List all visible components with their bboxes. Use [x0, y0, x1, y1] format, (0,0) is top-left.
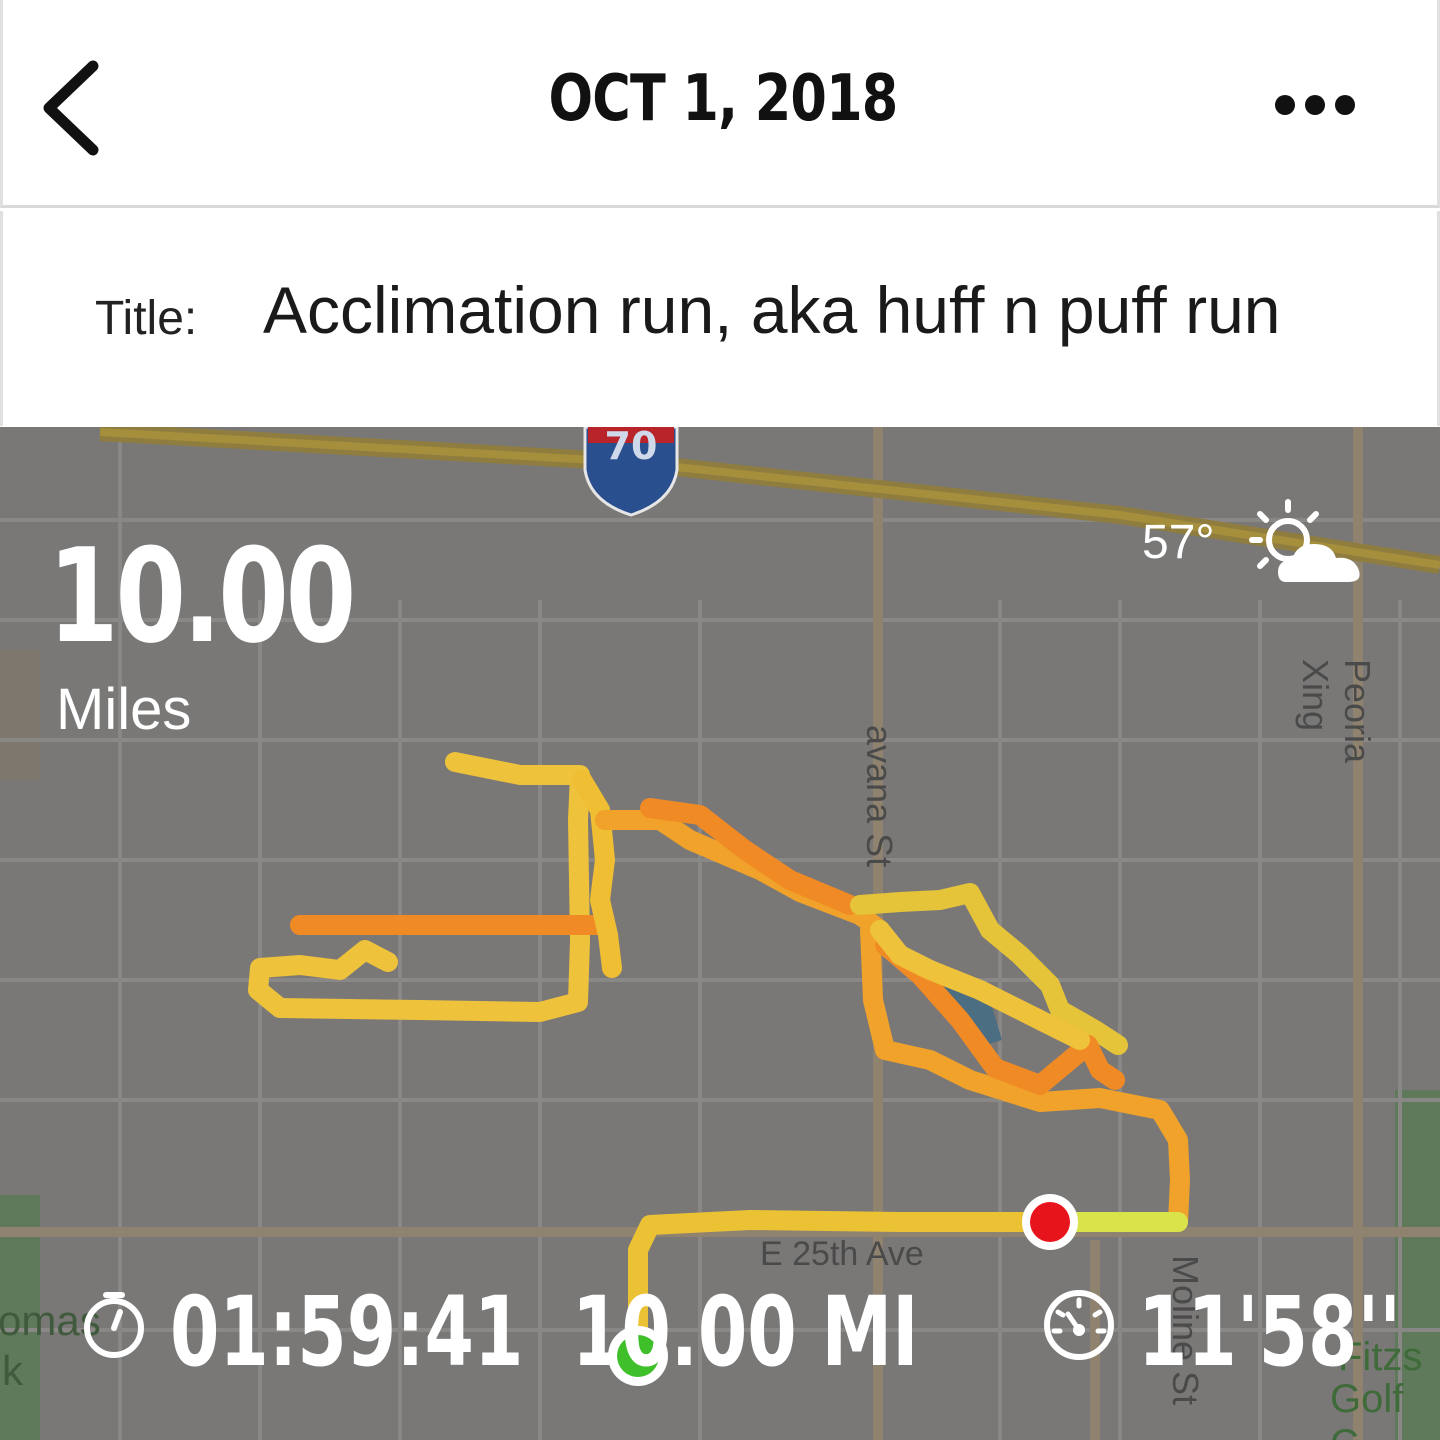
- street-label-e25th: E 25th Ave: [760, 1235, 924, 1273]
- street-label-havana: avana St: [859, 725, 900, 868]
- pace-stat: 11'58'': [1138, 1276, 1401, 1388]
- park-label-thomas-2: k: [2, 1347, 23, 1394]
- temperature: 57°: [1142, 516, 1215, 569]
- end-marker: [1030, 1202, 1070, 1242]
- duration-stat: 01:59:41: [170, 1276, 524, 1388]
- distance-unit: Miles: [56, 677, 192, 742]
- chevron-left-icon: [43, 60, 99, 156]
- more-options-button[interactable]: [1265, 80, 1375, 130]
- street-label-peoria: Peoria Xing: [1295, 659, 1378, 764]
- more-horizontal-icon: [1275, 95, 1355, 115]
- distance-stat: 10.00 MI: [572, 1276, 919, 1388]
- partly-sunny-icon: [1249, 499, 1360, 582]
- title-label: Title:: [95, 292, 198, 345]
- stopwatch-icon: [84, 1292, 144, 1358]
- interstate-number: 70: [604, 427, 658, 468]
- back-button[interactable]: [33, 52, 123, 162]
- top-bar: OCT 1, 2018: [0, 0, 1440, 208]
- speedometer-icon: [1044, 1290, 1114, 1360]
- activity-date: OCT 1, 2018: [548, 62, 899, 136]
- activity-title[interactable]: Acclimation run, aka huff n puff run: [263, 272, 1281, 348]
- distance-value: 10.00: [48, 520, 356, 672]
